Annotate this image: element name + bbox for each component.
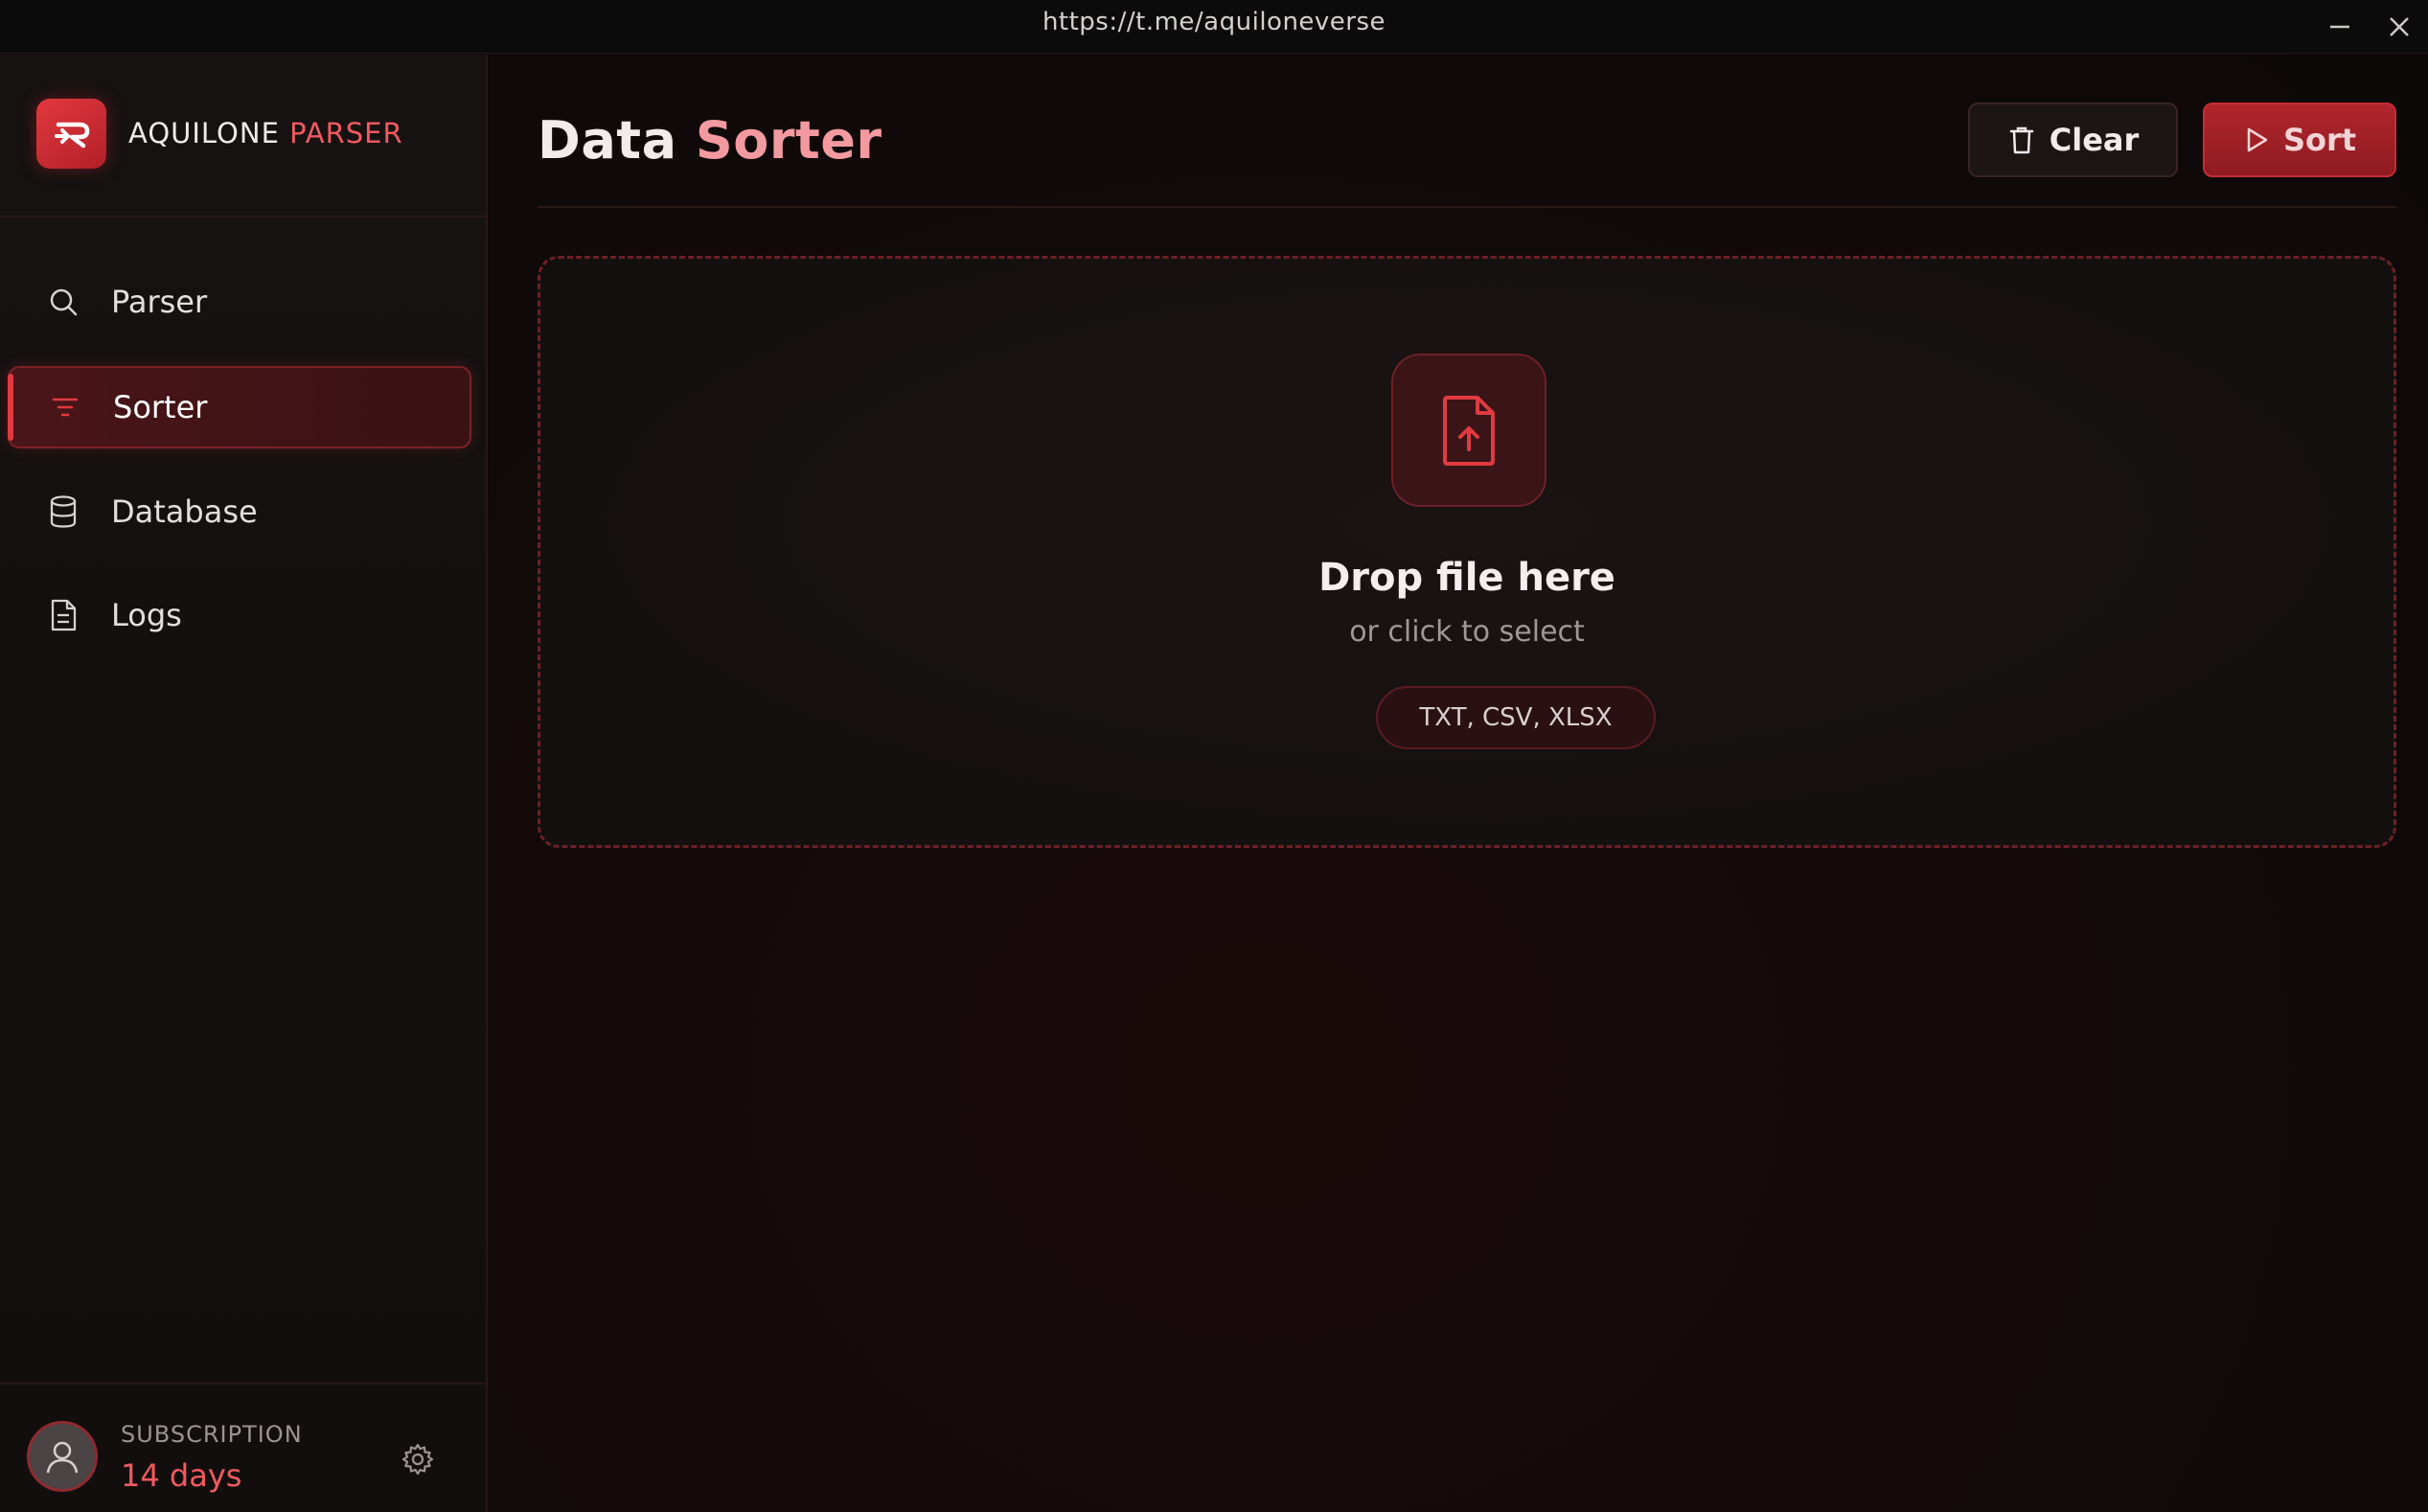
sidebar-item-database[interactable]: Database [8, 470, 471, 553]
main-content: Data Sorter Clear Sort Drop file here or… [490, 55, 2428, 1512]
settings-button[interactable] [397, 1438, 439, 1480]
logo-icon [54, 122, 89, 148]
file-upload-icon [1443, 396, 1495, 466]
sidebar-item-label: Sorter [113, 389, 208, 425]
subscription-panel: SUBSCRIPTION 14 days [0, 1383, 486, 1512]
filter-icon [46, 388, 84, 426]
app-logo [36, 99, 106, 169]
trash-icon [2007, 125, 2036, 155]
app-name-part1: AQUILONE [128, 117, 280, 149]
subscription-value: 14 days [121, 1457, 242, 1494]
sidebar-item-label: Database [111, 493, 258, 530]
avatar[interactable] [27, 1421, 98, 1492]
sort-button[interactable]: Sort [2203, 103, 2396, 177]
clear-button-label: Clear [2049, 122, 2140, 158]
clear-button[interactable]: Clear [1968, 103, 2178, 177]
brand-header: AQUILONE PARSER [0, 55, 486, 218]
sidebar-item-logs[interactable]: Logs [8, 574, 471, 656]
sidebar-item-sorter[interactable]: Sorter [8, 366, 471, 448]
sidebar-item-parser[interactable]: Parser [8, 261, 471, 343]
play-icon [2243, 126, 2270, 154]
database-icon [44, 493, 82, 531]
gear-icon [401, 1443, 434, 1476]
header-divider [538, 206, 2396, 208]
page-title-part1: Data [538, 110, 677, 171]
dropzone-subtitle: or click to select [1349, 615, 1585, 649]
minimize-icon [2330, 25, 2349, 29]
close-button[interactable] [2378, 6, 2420, 48]
supported-formats-badge: TXT, CSV, XLSX [1376, 686, 1656, 749]
app-name-part2: PARSER [289, 117, 403, 149]
upload-icon-box [1391, 354, 1546, 507]
page-title-part2: Sorter [695, 110, 882, 171]
user-icon [46, 1441, 79, 1474]
dropzone-title: Drop file here [1318, 556, 1615, 600]
window-url: https://t.me/aquiloneverse [1042, 8, 1386, 36]
sidebar-item-label: Logs [111, 597, 182, 633]
subscription-label: SUBSCRIPTION [121, 1421, 303, 1448]
minimize-button[interactable] [2319, 6, 2361, 48]
page-title: Data Sorter [538, 110, 882, 171]
file-dropzone[interactable]: Drop file here or click to select TXT, C… [538, 256, 2396, 848]
file-text-icon [44, 596, 82, 634]
sidebar: AQUILONE PARSER Parser Sorter Database L… [0, 55, 488, 1512]
sidebar-item-label: Parser [111, 284, 208, 320]
close-icon [2390, 17, 2409, 36]
search-icon [44, 283, 82, 321]
app-name: AQUILONE PARSER [128, 117, 403, 149]
title-bar: https://t.me/aquiloneverse [0, 0, 2428, 54]
sort-button-label: Sort [2282, 122, 2357, 158]
